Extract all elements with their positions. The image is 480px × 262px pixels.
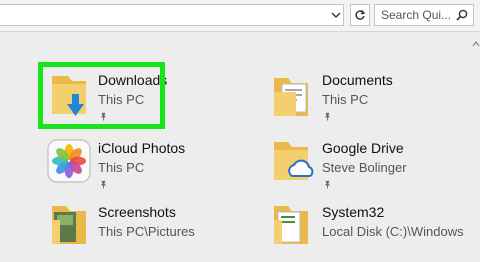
quick-access-item-documents[interactable]: Documents This PC	[270, 70, 480, 130]
item-name: Google Drive	[322, 140, 404, 156]
screenshots-folder-icon	[52, 206, 86, 244]
item-name: iCloud Photos	[98, 140, 186, 156]
item-location: Local Disk (C:)\Windows	[322, 224, 464, 239]
item-name: Screenshots	[98, 204, 176, 220]
system32-folder-icon	[274, 206, 308, 244]
search-input[interactable]: Search Qui...	[374, 4, 474, 26]
google-drive-folder-icon	[274, 142, 314, 180]
documents-folder-icon	[274, 78, 308, 116]
highlight-box	[38, 62, 165, 129]
scroll-up-icon[interactable]	[472, 40, 480, 48]
address-dropdown-button[interactable]	[327, 4, 344, 26]
pin-icon	[324, 180, 331, 189]
quick-access-item-icloud-photos[interactable]: iCloud Photos This PC	[46, 138, 266, 198]
quick-access-item-system32[interactable]: System32 Local Disk (C:)\Windows	[270, 202, 480, 262]
chevron-down-icon	[331, 12, 340, 18]
quick-access-item-screenshots[interactable]: Screenshots This PC\Pictures	[46, 202, 266, 262]
quick-access-item-google-drive[interactable]: Google Drive Steve Bolinger	[270, 138, 480, 198]
item-location: This PC	[98, 160, 145, 175]
toolbar: Search Qui...	[0, 0, 480, 32]
refresh-icon	[355, 10, 366, 20]
item-location: This PC	[322, 92, 369, 107]
address-bar[interactable]	[0, 4, 344, 26]
search-icon[interactable]	[456, 9, 468, 21]
pin-icon	[324, 112, 331, 121]
item-name: Documents	[322, 72, 393, 88]
icloud-photos-icon	[47, 139, 91, 183]
item-location: Steve Bolinger	[322, 160, 407, 175]
pin-icon	[100, 180, 107, 189]
item-name: System32	[322, 204, 385, 220]
search-placeholder: Search Qui...	[381, 8, 452, 22]
refresh-button[interactable]	[350, 4, 370, 26]
item-location: This PC\Pictures	[98, 224, 195, 239]
